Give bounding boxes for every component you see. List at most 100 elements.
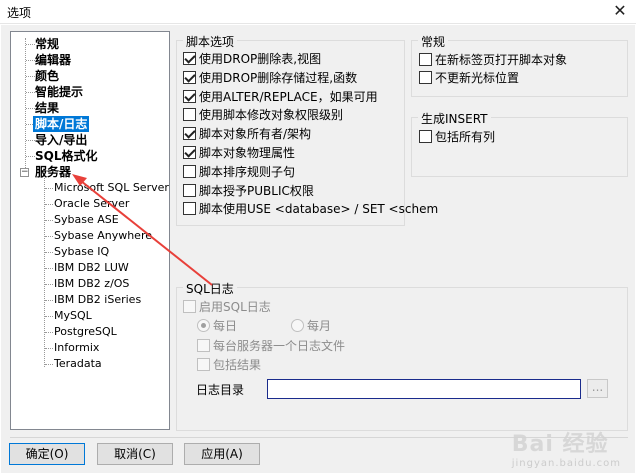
checkbox-box[interactable] [183,70,196,84]
daily-radio[interactable]: 每日 [197,319,237,335]
apply-button[interactable]: 应用(A) [184,443,260,465]
tree-line [45,252,53,253]
tree-item-script-log[interactable]: 脚本/日志 [33,116,90,132]
watermark-sub: jingyan.baidu.com [511,458,621,469]
tree-line [45,348,53,349]
radio-label: 每月 [307,319,332,333]
tree-item-server[interactable]: Informix [54,340,99,356]
checkbox-box[interactable] [419,71,432,84]
window-title: 选项 [7,6,32,20]
script-option-checkbox[interactable]: 脚本对象物理属性 [183,146,295,162]
checkbox-label: 每台服务器一个日志文件 [213,339,346,353]
checkbox-label: 启用SQL日志 [199,300,271,314]
tree-item-server[interactable]: IBM DB2 iSeries [54,292,141,308]
log-dir-label: 日志目录 [196,383,245,397]
checkbox-label: 包括所有列 [435,130,496,144]
tree-line [45,316,53,317]
tree-item-server[interactable]: Teradata [54,356,102,372]
monthly-radio[interactable]: 每月 [291,319,331,335]
cancel-button[interactable]: 取消(C) [97,443,173,465]
tree-item-server[interactable]: Sybase IQ [54,244,109,260]
generate-insert-title: 生成INSERT [418,110,491,127]
generate-insert-group: 生成INSERT 包括所有列 [411,110,628,177]
options-tree[interactable]: 常规 编辑器 颜色 智能提示 结果 脚本/日志 导入/导出 SQL格式化 − 服… [10,31,170,430]
checkbox-label: 脚本使用USE <database> / SET <schem [199,202,439,217]
checkbox-label: 脚本授予PUBLIC权限 [199,183,314,198]
checkbox-label: 使用ALTER/REPLACE，如果可用 [199,89,378,104]
include-results-checkbox[interactable]: 包括结果 [197,358,261,374]
close-icon[interactable]: ✕ [610,1,630,21]
enable-sql-log-checkbox[interactable]: 启用SQL日志 [183,300,271,316]
script-option-checkbox[interactable]: 使用DROP删除存储过程,函数 [183,70,358,87]
tree-item-results[interactable]: 结果 [35,100,59,116]
tree-line [45,300,53,301]
tree-item-server[interactable]: PostgreSQL [54,324,117,340]
tree-item-server[interactable]: Oracle Server [54,196,129,212]
script-option-checkbox[interactable]: 脚本对象所有者/架构 [183,127,311,143]
script-option-checkbox[interactable]: 使用DROP删除表,视图 [183,52,321,68]
tree-line [44,178,45,367]
watermark-main: Bai 经验 [511,432,609,457]
checkbox-box[interactable] [183,300,196,313]
tree-line [26,44,35,45]
checkbox-box[interactable] [183,146,196,159]
checkbox-label: 在新标签页打开脚本对象 [435,53,568,67]
open-in-new-tab-checkbox[interactable]: 在新标签页打开脚本对象 [419,53,567,69]
checkbox-box[interactable] [419,130,432,143]
checkbox-box[interactable] [183,202,196,216]
script-options-title: 脚本选项 [183,33,238,50]
checkbox-label: 使用DROP删除存储过程,函数 [199,70,358,85]
tree-item-editor[interactable]: 编辑器 [35,52,71,68]
tree-item-import-export[interactable]: 导入/导出 [35,132,87,148]
sql-log-title: SQL日志 [183,280,237,297]
tree-item-server[interactable]: Sybase ASE [54,212,119,228]
script-option-checkbox[interactable]: 脚本使用USE <database> / SET <schem [183,202,438,218]
tree-line [45,236,53,237]
tree-item-general[interactable]: 常规 [35,36,59,52]
collapse-icon[interactable]: − [20,168,29,177]
tree-item-servers[interactable]: 服务器 [35,164,71,180]
per-server-log-checkbox[interactable]: 每台服务器一个日志文件 [197,339,345,355]
no-cursor-update-checkbox[interactable]: 不更新光标位置 [419,71,519,87]
checkbox-box[interactable] [183,89,196,103]
tree-line [45,284,53,285]
tree-line [26,140,35,141]
tree-item-colors[interactable]: 颜色 [35,68,59,84]
tree-item-intellisense[interactable]: 智能提示 [35,84,83,100]
browse-button[interactable]: ... [587,379,608,398]
script-options-group: 脚本选项 使用DROP删除表,视图使用DROP删除存储过程,函数使用ALTER/… [176,33,438,226]
script-option-checkbox[interactable]: 脚本排序规则子句 [183,164,295,181]
tree-line [26,60,35,61]
checkbox-box[interactable] [183,108,196,122]
ok-button[interactable]: 确定(O) [9,443,85,465]
tree-item-server[interactable]: IBM DB2 LUW [54,260,129,276]
checkbox-box[interactable] [183,127,196,141]
radio-button[interactable] [291,319,304,332]
script-option-checkbox[interactable]: 使用脚本修改对象权限级别 [183,108,343,124]
log-dir-input[interactable] [267,379,581,399]
script-option-checkbox[interactable]: 使用ALTER/REPLACE，如果可用 [183,89,378,106]
tree-line [45,268,53,269]
include-all-columns-checkbox[interactable]: 包括所有列 [419,130,495,146]
tree-item-server[interactable]: IBM DB2 z/OS [54,276,129,292]
checkbox-box[interactable] [419,53,432,66]
radio-button[interactable] [197,319,210,332]
checkbox-label: 使用脚本修改对象权限级别 [199,108,344,123]
checkbox-box[interactable] [183,52,196,65]
tree-item-server[interactable]: Sybase Anywhere [54,228,152,244]
radio-label: 每日 [213,319,238,333]
checkbox-box[interactable] [183,164,196,178]
tree-item-sql-format[interactable]: SQL格式化 [35,148,98,164]
tree-line [26,92,35,93]
checkbox-box[interactable] [197,358,210,371]
tree-item-server[interactable]: Microsoft SQL Server [54,180,169,196]
tree-line [45,188,53,189]
checkbox-box[interactable] [197,339,210,352]
checkbox-box[interactable] [183,183,196,197]
checkbox-label: 包括结果 [213,358,262,372]
tree-item-server[interactable]: MySQL [54,308,92,324]
checkbox-label: 使用DROP删除表,视图 [199,52,322,66]
script-option-checkbox[interactable]: 脚本授予PUBLIC权限 [183,183,314,200]
tree-line [45,204,53,205]
tree-line [26,108,35,109]
